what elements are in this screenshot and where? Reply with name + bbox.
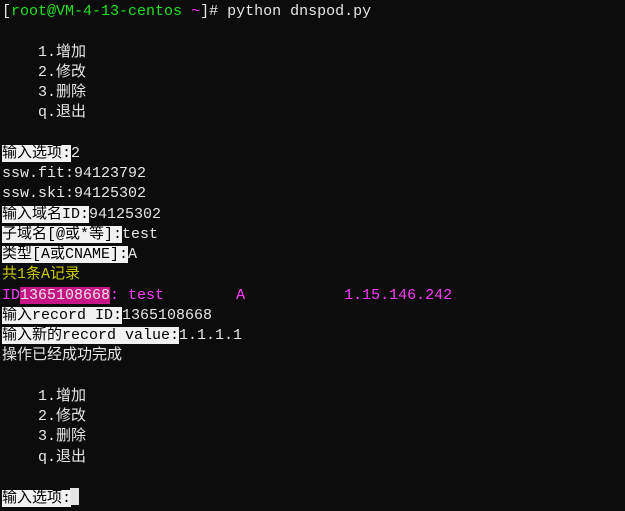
menu-item-label: 3.删除: [38, 428, 86, 445]
blank-line: [2, 22, 623, 42]
menu-item: 2.修改: [2, 63, 623, 83]
input-option-value: 2: [71, 145, 80, 162]
shell-line: [root@VM-4-13-centos ~]# python dnspod.p…: [2, 2, 623, 22]
input-record-value-value: 1.1.1.1: [179, 327, 242, 344]
menu-item: q.退出: [2, 448, 623, 468]
bracket-open: [: [2, 3, 11, 20]
input-option-line-2[interactable]: 输入选项:: [2, 488, 623, 509]
menu-item-label: 3.删除: [38, 84, 86, 101]
user-host: root@VM-4-13-centos: [11, 3, 182, 20]
input-subdomain-label: 子域名[@或*等]:: [2, 226, 122, 243]
bracket-close: ]#: [200, 3, 227, 20]
record-id-label: ID: [2, 287, 20, 304]
count-line: 共1条A记录: [2, 265, 623, 285]
record-id-value: 1365108668: [20, 287, 110, 304]
input-domain-id-value: 94125302: [89, 206, 161, 223]
menu-item: 3.删除: [2, 427, 623, 447]
menu-item-label: 1.增加: [38, 44, 86, 61]
menu-item: 1.增加: [2, 387, 623, 407]
blank-line: [2, 124, 623, 144]
input-record-id-value: 1365108668: [122, 307, 212, 324]
record-gap: [164, 287, 236, 304]
record-type: A: [236, 287, 245, 304]
input-record-value-line[interactable]: 输入新的record value:1.1.1.1: [2, 326, 623, 346]
domain-line: ssw.ski:94125302: [2, 184, 623, 204]
menu-item-label: q.退出: [38, 449, 86, 466]
input-type-line[interactable]: 类型[A或CNAME]:A: [2, 245, 623, 265]
menu-item: q.退出: [2, 103, 623, 123]
domain-line: ssw.fit:94123792: [2, 164, 623, 184]
input-type-value: A: [128, 246, 137, 263]
menu-item-label: q.退出: [38, 104, 86, 121]
input-subdomain-value: test: [122, 226, 158, 243]
cursor-icon: [70, 488, 79, 505]
input-record-id-line[interactable]: 输入record ID:1365108668: [2, 306, 623, 326]
menu-item: 2.修改: [2, 407, 623, 427]
input-record-value-label: 输入新的record value:: [2, 327, 179, 344]
success-line: 操作已经成功完成: [2, 346, 623, 366]
command: python dnspod.py: [227, 3, 371, 20]
record-gap: [245, 287, 344, 304]
input-record-id-label: 输入record ID:: [2, 307, 122, 324]
blank-line: [2, 468, 623, 488]
record-colon: :: [110, 287, 128, 304]
input-option-label: 输入选项:: [2, 490, 71, 507]
menu-item-label: 2.修改: [38, 64, 86, 81]
prompt-sep: [182, 3, 191, 20]
record-ip: 1.15.146.242: [344, 287, 452, 304]
input-type-label: 类型[A或CNAME]:: [2, 246, 128, 263]
input-domain-id-line[interactable]: 输入域名ID:94125302: [2, 205, 623, 225]
input-option-label: 输入选项:: [2, 145, 71, 162]
input-option-line[interactable]: 输入选项:2: [2, 144, 623, 164]
menu-item: 3.删除: [2, 83, 623, 103]
menu-item-label: 2.修改: [38, 408, 86, 425]
menu-item: 1.增加: [2, 43, 623, 63]
blank-line: [2, 367, 623, 387]
input-domain-id-label: 输入域名ID:: [2, 206, 89, 223]
menu-item-label: 1.增加: [38, 388, 86, 405]
record-row: ID1365108668: test A 1.15.146.242: [2, 286, 623, 306]
input-subdomain-line[interactable]: 子域名[@或*等]:test: [2, 225, 623, 245]
record-name: test: [128, 287, 164, 304]
cwd: ~: [191, 3, 200, 20]
